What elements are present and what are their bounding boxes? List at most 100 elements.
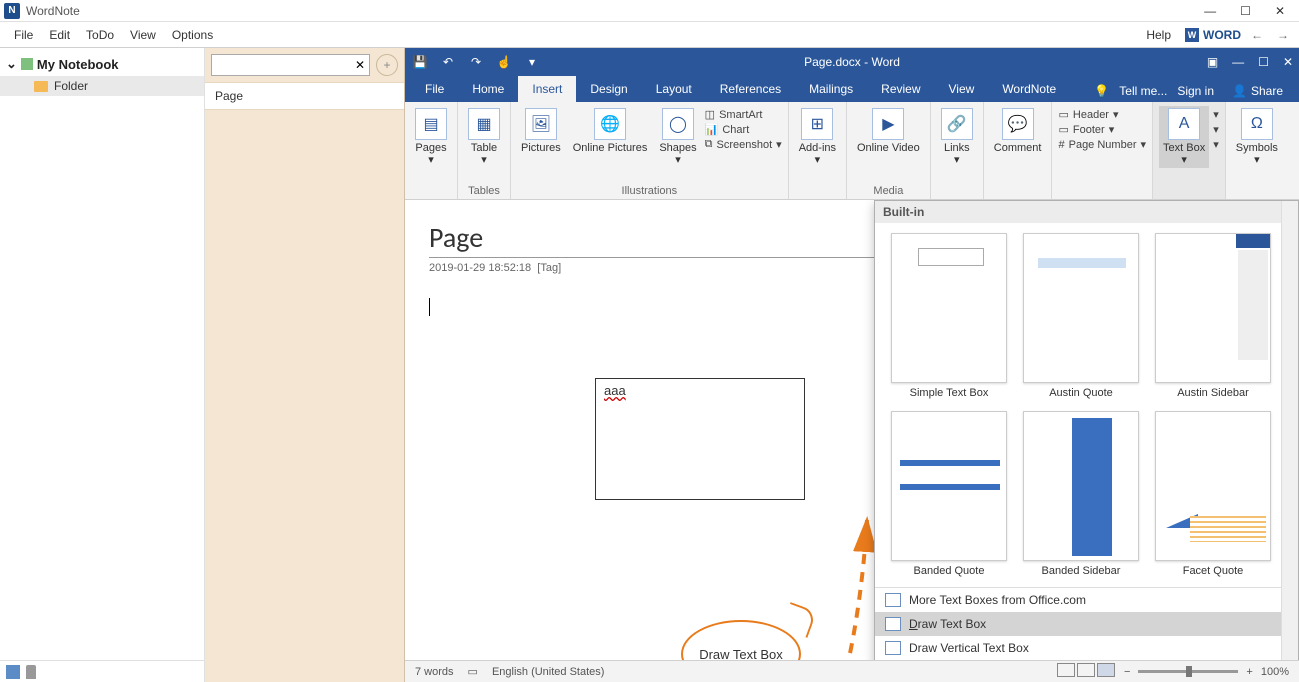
shapes-button[interactable]: ◯Shapes▾ [655, 106, 700, 168]
zoom-value[interactable]: 100% [1261, 666, 1289, 678]
gallery-item-banded-quote[interactable]: Banded Quote [889, 411, 1009, 577]
gallery-item-austin-quote[interactable]: Austin Quote [1021, 233, 1141, 399]
search-input[interactable]: ✕ [211, 54, 370, 76]
clear-search-icon[interactable]: ✕ [355, 58, 365, 72]
word-titlebar: 💾 ↶ ↷ ☝ ▾ Page.docx - Word ▣ — ☐ ✕ [405, 48, 1299, 76]
symbols-icon: Ω [1241, 108, 1273, 140]
menu-file[interactable]: File [6, 28, 41, 42]
nav-back-icon[interactable]: ← [1247, 28, 1267, 42]
pagenum-icon: # [1058, 139, 1064, 151]
view-mode-buttons[interactable] [1056, 663, 1116, 680]
gallery-item-facet-quote[interactable]: Facet Quote [1153, 411, 1273, 577]
notebook-tree: ⌄ My Notebook Folder [0, 48, 205, 682]
comment-button[interactable]: 💬Comment [990, 106, 1046, 156]
wordart-button[interactable]: ▾ [1213, 123, 1219, 136]
menu-todo[interactable]: ToDo [78, 28, 122, 42]
table-button[interactable]: ▦ Table▾ [464, 106, 504, 168]
tab-layout[interactable]: Layout [642, 76, 706, 102]
tab-mailings[interactable]: Mailings [795, 76, 867, 102]
language-status[interactable]: English (United States) [492, 666, 605, 678]
gallery-item-banded-sidebar[interactable]: Banded Sidebar [1021, 411, 1141, 577]
menu-edit[interactable]: Edit [41, 28, 78, 42]
undo-icon[interactable]: ↶ [439, 53, 457, 71]
inserted-text-box[interactable]: aaa [595, 378, 805, 500]
pages-button[interactable]: ▤ Pages▾ [411, 106, 451, 168]
share-button[interactable]: 👤 Share [1224, 80, 1291, 102]
wordnote-title: WordNote [26, 4, 80, 18]
online-pictures-button[interactable]: 🌐Online Pictures [569, 106, 652, 156]
more-textboxes-item[interactable]: More Text Boxes from Office.com▸ [875, 588, 1298, 612]
pictures-icon: 🖼 [525, 108, 557, 140]
addins-button[interactable]: ⊞Add-ins▾ [795, 106, 840, 168]
redo-icon[interactable]: ↷ [467, 53, 485, 71]
smartart-button[interactable]: ◫SmartArt [705, 108, 782, 121]
gallery-scrollbar[interactable] [1281, 201, 1298, 682]
close-icon[interactable]: ✕ [1275, 4, 1285, 18]
word-close-icon[interactable]: ✕ [1283, 55, 1293, 69]
online-video-button[interactable]: ▶Online Video [853, 106, 924, 156]
nav-forward-icon[interactable]: → [1273, 28, 1293, 42]
screenshot-icon: ⧉ [705, 138, 713, 151]
draw-vertical-text-box-item[interactable]: Draw Vertical Text Box [875, 636, 1298, 660]
tab-wordnote[interactable]: WordNote [988, 76, 1070, 102]
maximize-icon[interactable]: ☐ [1240, 4, 1251, 18]
header-button[interactable]: ▭Header ▾ [1058, 108, 1146, 121]
textbox-icon: A [1168, 108, 1200, 140]
screenshot-button[interactable]: ⧉Screenshot ▾ [705, 138, 782, 151]
smartart-icon: ◫ [705, 108, 715, 121]
tab-view[interactable]: View [935, 76, 989, 102]
bookmark-icon[interactable] [26, 665, 36, 679]
tag-icon[interactable] [6, 665, 20, 679]
gallery-item-austin-sidebar[interactable]: Austin Sidebar [1153, 233, 1273, 399]
wordnote-titlebar: N WordNote — ☐ ✕ [0, 0, 1299, 22]
chart-button[interactable]: 📊Chart [705, 123, 782, 136]
tab-home[interactable]: Home [458, 76, 518, 102]
tab-review[interactable]: Review [867, 76, 934, 102]
footer-button[interactable]: ▭Footer ▾ [1058, 123, 1146, 136]
text-box-button[interactable]: AText Box▾ [1159, 106, 1209, 168]
draw-text-box-item[interactable]: Draw Text Box [875, 612, 1298, 636]
illustrations-group-label: Illustrations [622, 183, 678, 197]
proofing-icon[interactable]: ▭ [468, 665, 478, 678]
tellme-icon: 💡 [1094, 84, 1109, 98]
zoom-in-button[interactable]: + [1246, 666, 1252, 678]
notebook-root[interactable]: ⌄ My Notebook [0, 54, 204, 74]
word-maximize-icon[interactable]: ☐ [1258, 55, 1269, 69]
tab-references[interactable]: References [706, 76, 795, 102]
signin-link[interactable]: Sign in [1177, 84, 1214, 98]
wordnote-menubar: File Edit ToDo View Options Help W WORD … [0, 22, 1299, 48]
links-button[interactable]: 🔗Links▾ [937, 106, 977, 168]
word-toggle[interactable]: W WORD [1185, 28, 1241, 42]
menu-view[interactable]: View [122, 28, 164, 42]
save-icon[interactable]: 💾 [411, 53, 429, 71]
pictures-button[interactable]: 🖼Pictures [517, 106, 565, 156]
quickparts-button[interactable]: ▾ [1213, 108, 1219, 121]
ribbon-display-icon[interactable]: ▣ [1207, 55, 1218, 69]
word-count[interactable]: 7 words [415, 666, 454, 678]
page-list-item[interactable]: Page [205, 82, 404, 110]
dropcap-button[interactable]: ▾ [1213, 138, 1219, 151]
document-canvas[interactable]: Page 2019-01-29 18:52:18 [Tag] aaa Draw … [405, 200, 1299, 682]
tab-design[interactable]: Design [576, 76, 641, 102]
add-page-button[interactable]: + [376, 54, 398, 76]
notebook-folder[interactable]: Folder [0, 76, 204, 96]
page-number-button[interactable]: #Page Number ▾ [1058, 138, 1146, 151]
symbols-button[interactable]: ΩSymbols▾ [1232, 106, 1282, 168]
zoom-out-button[interactable]: − [1124, 666, 1130, 678]
zoom-slider[interactable] [1138, 670, 1238, 673]
qat-customize-icon[interactable]: ▾ [523, 53, 541, 71]
footer-icon: ▭ [1058, 123, 1068, 136]
folder-icon [34, 81, 48, 92]
collapse-chevron-icon[interactable]: ⌄ [6, 56, 17, 72]
pages-panel: ✕ + Page [205, 48, 405, 682]
chart-icon: 📊 [705, 123, 719, 136]
menu-help[interactable]: Help [1138, 28, 1179, 42]
minimize-icon[interactable]: — [1204, 4, 1216, 18]
gallery-item-simple-text-box[interactable]: Simple Text Box [889, 233, 1009, 399]
tab-insert[interactable]: Insert [518, 76, 576, 102]
tellme-input[interactable]: Tell me... [1119, 84, 1167, 98]
touch-mode-icon[interactable]: ☝ [495, 53, 513, 71]
word-minimize-icon[interactable]: — [1232, 55, 1244, 69]
menu-options[interactable]: Options [164, 28, 221, 42]
tab-file[interactable]: File [411, 76, 458, 102]
